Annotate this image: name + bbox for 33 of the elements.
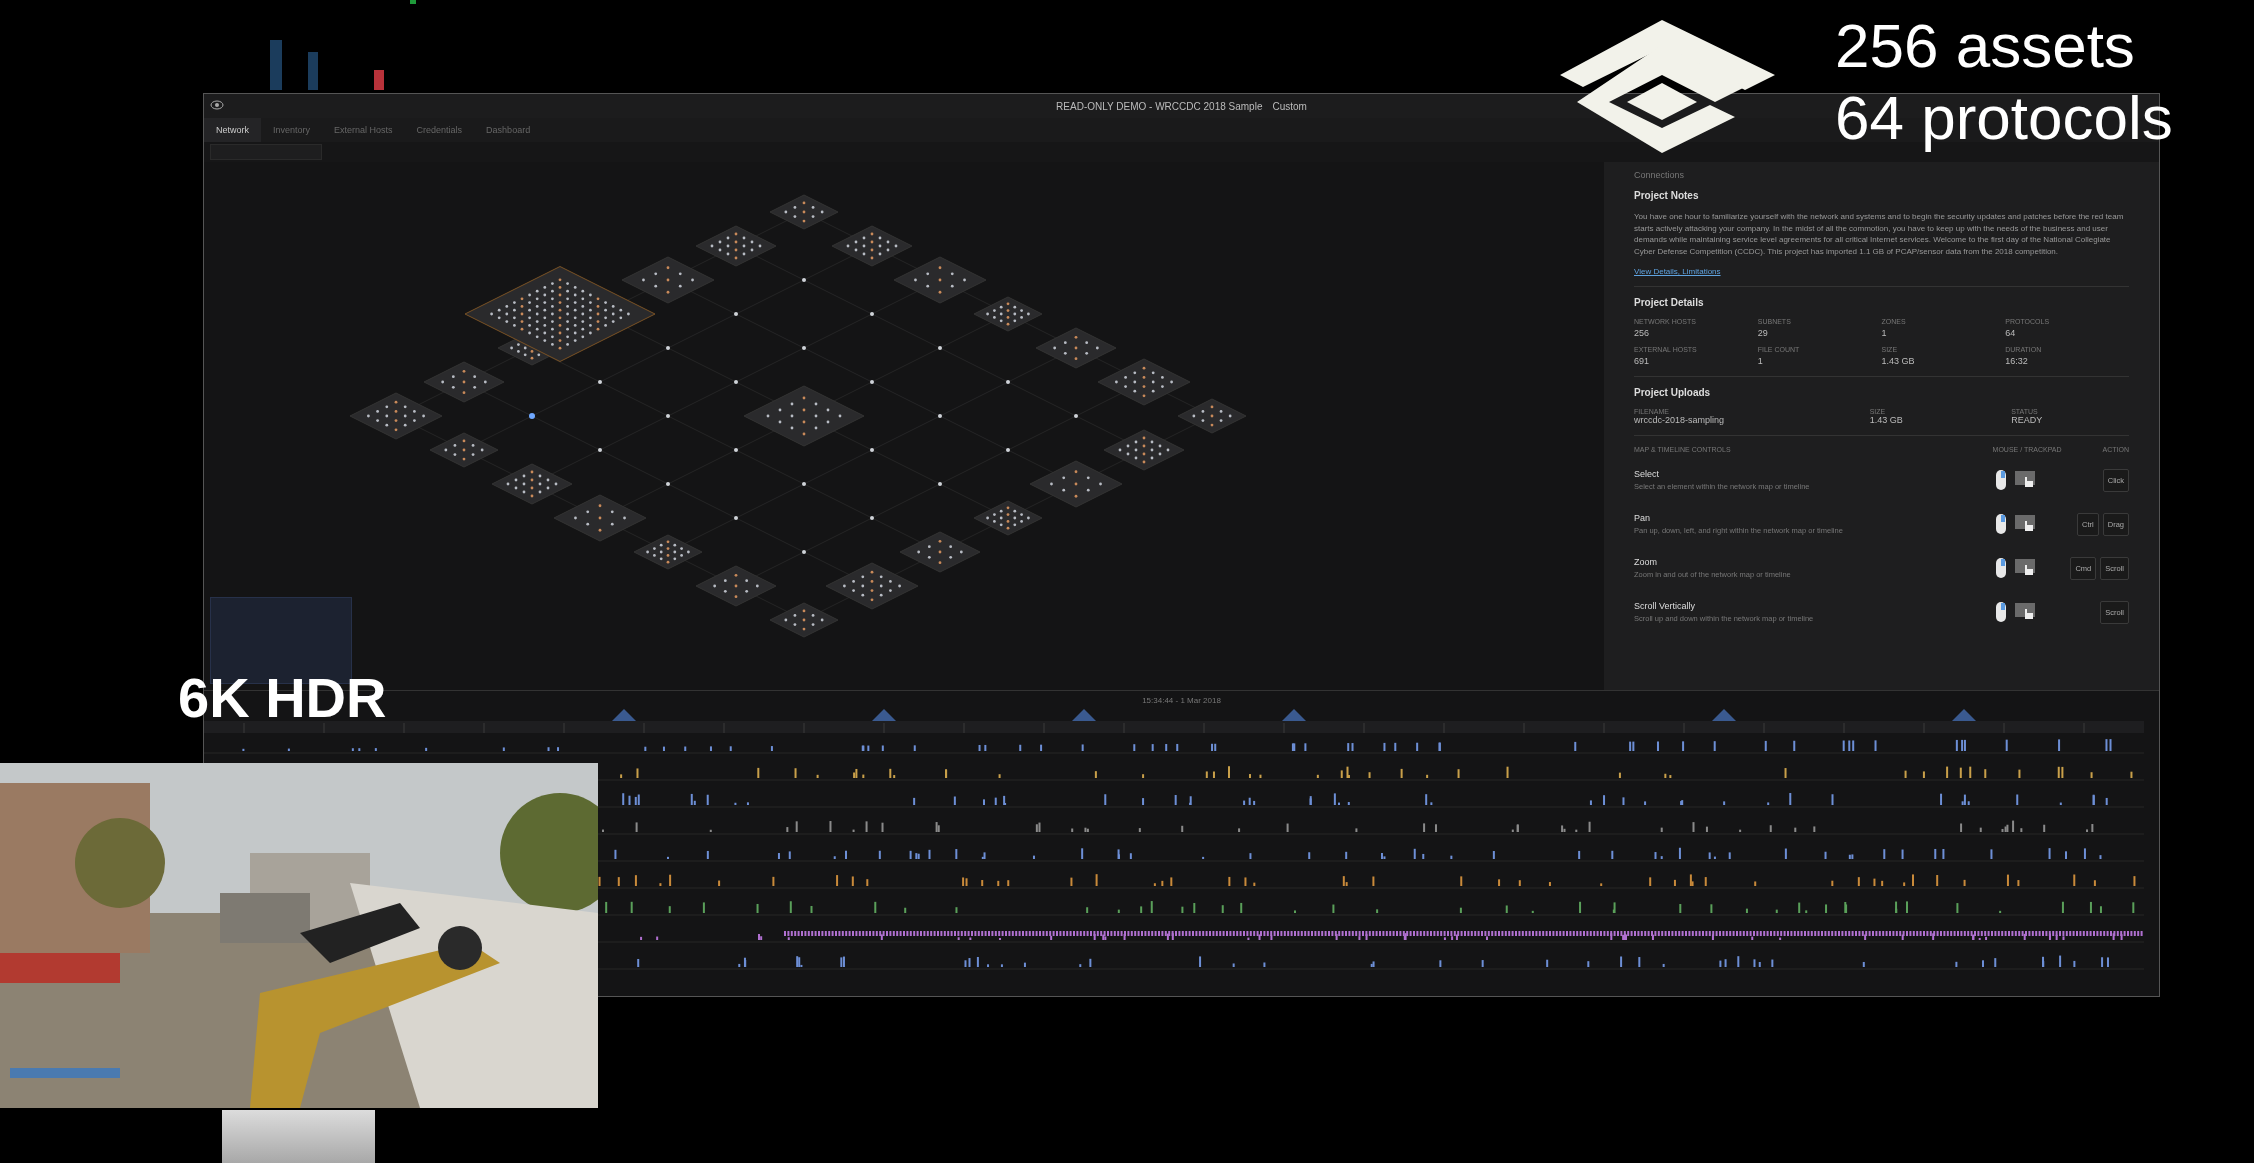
table-cell-text: wrccdc-2018-sampling: [1634, 415, 1726, 426]
stat-value: 1: [1881, 328, 1888, 339]
stat-value: 1: [1757, 356, 1764, 367]
stat-value: 691: [1634, 356, 1651, 367]
details-link[interactable]: View Details, Limitations: [1634, 267, 1721, 277]
panel-tab[interactable]: Connections: [1634, 170, 2129, 180]
headline: 256 assets: [1835, 10, 2136, 82]
view-label[interactable]: Custom: [1272, 100, 1307, 112]
section-heading: Project Notes: [1634, 190, 1700, 201]
mouse-icon: [1995, 557, 2007, 580]
stat-value: 256: [1634, 328, 1651, 339]
control-name: Zoom: [1634, 557, 1658, 568]
table-cell-text: 1.43 GB: [1869, 415, 1904, 426]
table-cell-text: READY: [2011, 415, 2044, 426]
stat-value: 1.43 GB: [1881, 356, 1916, 367]
headline: 64 protocols: [1835, 82, 2173, 154]
section-heading: Project Uploads: [1634, 387, 1712, 399]
timeline-date: 15:34:44 - 1 Mar 2018: [1142, 695, 1221, 705]
stat-value: 64: [2005, 328, 2017, 339]
eye-icon: [210, 100, 224, 110]
control-name: Pan: [1634, 513, 1651, 524]
mouse-icon: [1995, 513, 2007, 536]
badge-text: 6K HDR: [178, 665, 387, 730]
mouse-icon: [1995, 469, 2007, 492]
section-heading: Project Details: [1634, 297, 1705, 309]
tab[interactable]: Network: [204, 118, 261, 142]
stat-value: 29: [1757, 328, 1769, 339]
window-title: READ-ONLY DEMO - WRCCDC 2018 Sample: [1056, 100, 1263, 112]
notes-text: You have one hour to familiarize yourself with the network and systems and to begin the security updates and patches before the red team starts actively attacking your company. In the midst of all the commotion, you have to keep up with the needs of the business and user demands while maintaining service level agreements for all critical Internet services. Welcome to the first day of the National Collegiate Cyber Defense Competition (CCDC). This project has imported 1.1 GB of PCAP/sensor data from the 2018 competition.: [1634, 211, 2125, 258]
control-name: Select: [1634, 469, 1660, 480]
control-name: Scroll Vertically: [1634, 601, 1697, 612]
mouse-icon: [1995, 601, 2007, 624]
stat-value: 16:32: [2005, 356, 2029, 367]
